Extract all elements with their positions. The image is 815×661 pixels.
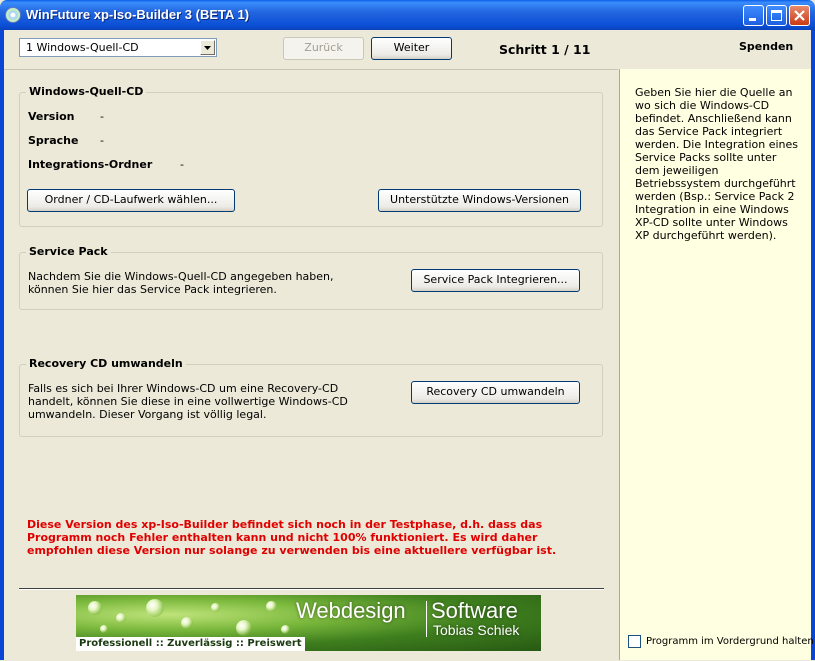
step-select[interactable]: 1 Windows-Quell-CD — [19, 38, 217, 57]
close-icon — [794, 10, 805, 21]
version-value: - — [100, 110, 104, 123]
separator — [19, 588, 604, 590]
help-text: Geben Sie hier die Quelle an wo sich die… — [635, 86, 799, 242]
minimize-button[interactable] — [743, 5, 764, 26]
banner-slogan: Professionell :: Zuverlässig :: Preiswer… — [76, 637, 305, 651]
title-bar[interactable]: WinFuture xp-Iso-Builder 3 (BETA 1) — [0, 0, 815, 30]
convert-recovery-button[interactable]: Recovery CD umwandeln — [411, 381, 580, 404]
integration-folder-value: - — [180, 158, 184, 171]
cd-app-icon[interactable] — [5, 7, 21, 23]
water-drop — [266, 601, 277, 612]
step-indicator: Schritt 1 / 11 — [499, 42, 591, 57]
back-button[interactable]: Zurück — [283, 37, 364, 60]
always-on-top-checkbox[interactable] — [628, 635, 641, 648]
language-label: Sprache — [28, 134, 79, 147]
water-drop — [281, 625, 290, 634]
water-drop — [181, 617, 193, 629]
integration-folder-label: Integrations-Ordner — [28, 158, 153, 171]
service-pack-description: Nachdem Sie die Windows-Quell-CD angegeb… — [28, 270, 334, 296]
donate-link[interactable]: Spenden — [739, 40, 793, 53]
source-cd-group: Windows-Quell-CD Version - Sprache - Int… — [19, 85, 603, 227]
water-drop — [236, 620, 252, 636]
next-button[interactable]: Weiter — [371, 37, 452, 60]
window-title: WinFuture xp-Iso-Builder 3 (BETA 1) — [26, 7, 250, 22]
always-on-top-label[interactable]: Programm im Vordergrund halten — [646, 636, 814, 647]
beta-warning: Diese Version des xp-Iso-Builder befinde… — [27, 518, 557, 557]
recovery-cd-group: Recovery CD umwandeln Falls es sich bei … — [19, 357, 603, 437]
water-drop — [88, 601, 102, 615]
water-drop — [116, 613, 126, 623]
water-drop — [100, 625, 108, 633]
maximize-button[interactable] — [766, 5, 787, 26]
dropdown-button[interactable] — [200, 40, 215, 55]
brand-software: Software — [431, 598, 518, 623]
water-drop — [211, 603, 220, 612]
window-frame-right — [811, 30, 815, 660]
brand-webdesign: Webdesign — [296, 598, 406, 623]
chevron-down-icon — [204, 46, 211, 50]
group-title: Recovery CD umwandeln — [26, 357, 186, 370]
step-select-value: 1 Windows-Quell-CD — [26, 41, 139, 54]
maximize-icon — [771, 10, 782, 21]
supported-versions-button[interactable]: Unterstützte Windows-Versionen — [378, 189, 581, 212]
minimize-icon — [749, 18, 756, 21]
recovery-description: Falls es sich bei Ihrer Windows-CD um ei… — [28, 382, 348, 421]
version-label: Version — [28, 110, 75, 123]
brand-author: Tobias Schiek — [433, 622, 520, 638]
help-sidebar: Geben Sie hier die Quelle an wo sich die… — [619, 69, 814, 660]
water-drop — [146, 599, 164, 617]
language-value: - — [100, 134, 104, 147]
close-button[interactable] — [789, 5, 810, 26]
group-title: Windows-Quell-CD — [26, 85, 147, 98]
webdesign-banner[interactable]: Webdesign Software Tobias Schiek Profess… — [76, 595, 541, 651]
brand-divider — [426, 601, 427, 637]
group-title: Service Pack — [26, 245, 111, 258]
integrate-service-pack-button[interactable]: Service Pack Integrieren... — [411, 269, 580, 292]
choose-folder-button[interactable]: Ordner / CD-Laufwerk wählen... — [27, 189, 235, 212]
service-pack-group: Service Pack Nachdem Sie die Windows-Que… — [19, 245, 603, 310]
